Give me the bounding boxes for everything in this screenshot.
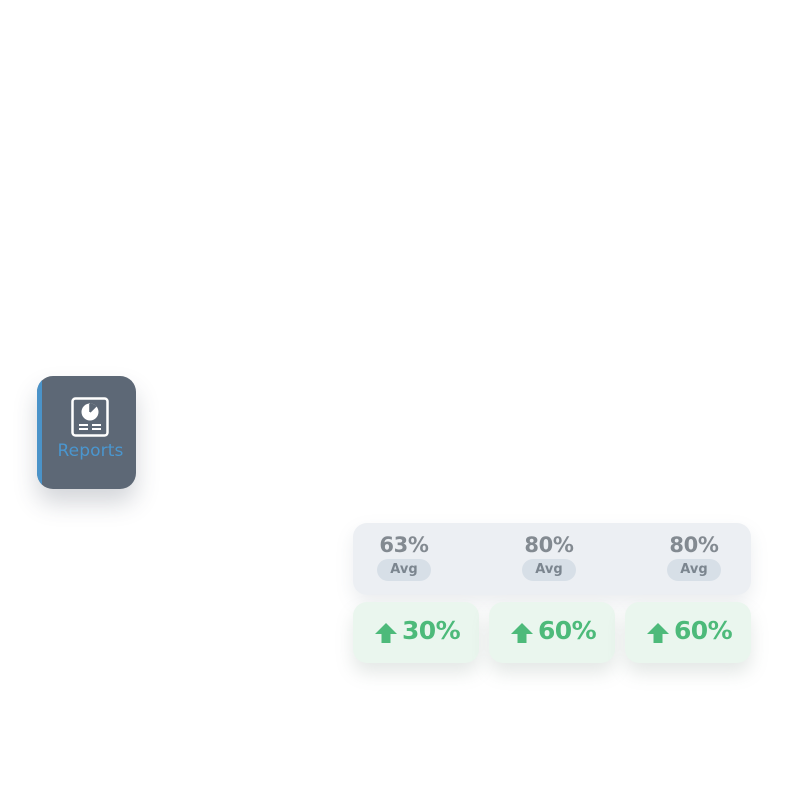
average-stat: 80% Avg [649,523,739,595]
average-stats-panel: 63% Avg 80% Avg 80% Avg [353,523,751,595]
arrow-up-icon [646,622,670,644]
change-card: 60% [625,602,751,663]
average-value: 80% [669,533,719,557]
change-value: 60% [538,616,597,645]
average-value: 80% [524,533,574,557]
change-value: 60% [674,616,733,645]
arrow-up-icon [374,622,398,644]
arrow-up-icon [510,622,534,644]
average-badge: Avg [377,559,431,581]
active-indicator [37,376,42,489]
report-pie-chart-icon [71,397,109,437]
average-stat: 63% Avg [359,523,449,595]
change-value: 30% [402,616,461,645]
average-stat: 80% Avg [504,523,594,595]
average-badge: Avg [667,559,721,581]
change-card: 30% [353,602,479,663]
change-card: 60% [489,602,615,663]
average-badge: Avg [522,559,576,581]
average-value: 63% [379,533,429,557]
reports-nav-label: Reports [57,441,124,461]
